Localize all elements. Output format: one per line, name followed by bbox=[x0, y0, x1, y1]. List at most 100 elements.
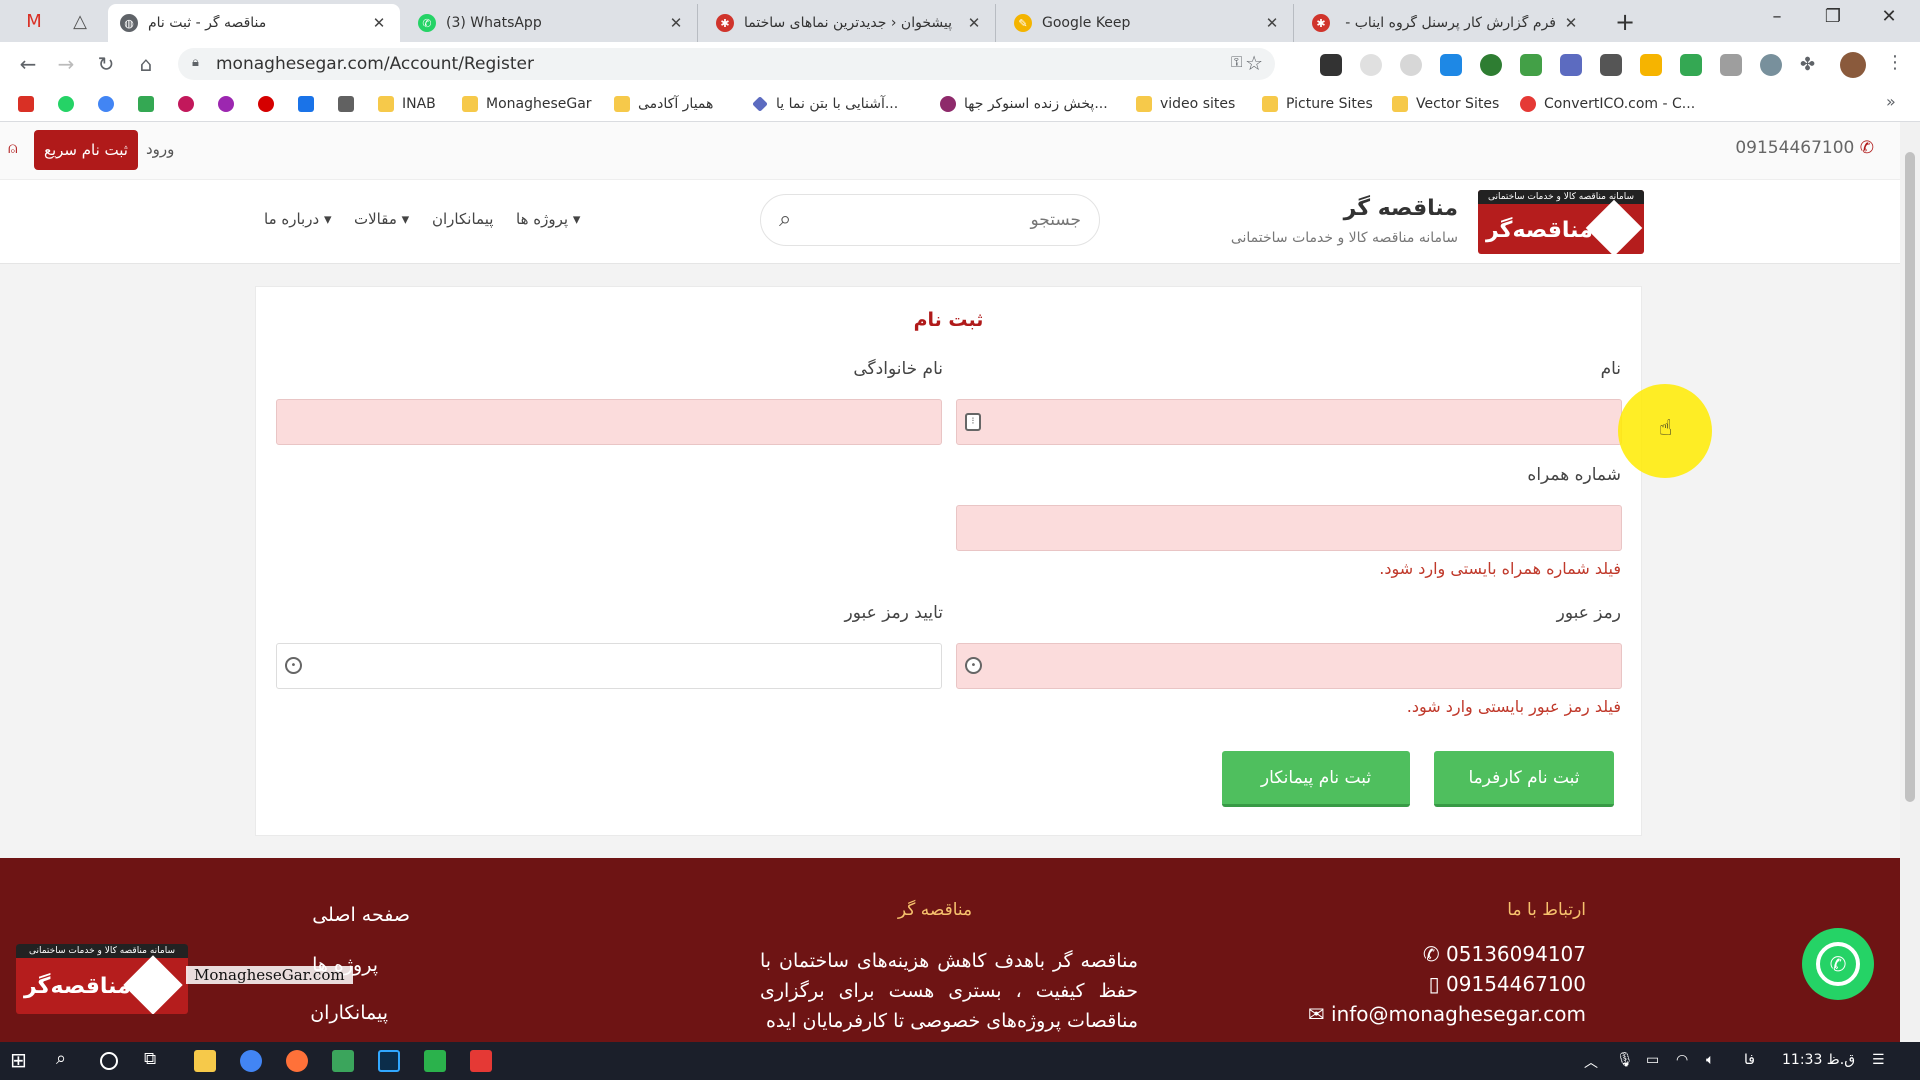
extension-icon[interactable] bbox=[1360, 54, 1382, 76]
confirm-password-input[interactable] bbox=[277, 644, 941, 688]
footer-link-home[interactable]: صفحه اصلی bbox=[312, 904, 410, 926]
password-key-icon[interactable]: • bbox=[285, 657, 302, 674]
contractor-register-button[interactable]: ثبت نام پیمانکار bbox=[1222, 751, 1410, 807]
bookmark-folder-monaghesegar[interactable]: MonagheseGar bbox=[462, 94, 592, 114]
tab-register[interactable]: ◍ مناقصه گر - ثبت نام ✕ bbox=[108, 4, 400, 42]
footer-link-contractors[interactable]: پیمانکاران bbox=[310, 1002, 388, 1024]
bookmark-folder-picture[interactable]: Picture Sites bbox=[1262, 94, 1373, 114]
extension-icon[interactable] bbox=[1400, 54, 1422, 76]
firefox-icon[interactable] bbox=[286, 1050, 308, 1072]
first-name-field[interactable]: ⁝ bbox=[956, 399, 1622, 445]
puzzle-icon[interactable]: ✤ bbox=[1800, 54, 1822, 76]
close-tab-icon[interactable]: ✕ bbox=[667, 14, 685, 32]
tab-report-form[interactable]: ✱ فرم گزارش کار پرسنل گروه ایناب - ... ✕ bbox=[1300, 4, 1592, 42]
tab-whatsapp[interactable]: ✆ (3) WhatsApp ✕ bbox=[406, 4, 698, 42]
extension-icon[interactable] bbox=[1440, 54, 1462, 76]
bookmark-tool[interactable] bbox=[178, 94, 202, 114]
scrollbar-thumb[interactable] bbox=[1905, 152, 1915, 802]
password-field[interactable]: • bbox=[956, 643, 1622, 689]
close-tab-icon[interactable]: ✕ bbox=[370, 14, 388, 32]
footer-logo[interactable]: سامانه مناقصه کالا و خدمات ساختمانی مناق… bbox=[16, 944, 188, 1014]
wifi-icon[interactable]: ◠ bbox=[1676, 1052, 1688, 1068]
cortana-icon[interactable] bbox=[100, 1052, 118, 1070]
microphone-icon[interactable]: 🎙︎ bbox=[1616, 1052, 1634, 1068]
bookmark-tool[interactable] bbox=[218, 94, 242, 114]
minimize-button[interactable]: – bbox=[1754, 6, 1800, 27]
bookmark-gmail[interactable] bbox=[18, 94, 42, 114]
reload-button[interactable]: ↻ bbox=[92, 51, 120, 79]
bookmark-folder-vector[interactable]: Vector Sites bbox=[1392, 94, 1499, 114]
restore-button[interactable]: ❐ bbox=[1810, 6, 1856, 27]
employer-register-button[interactable]: ثبت نام کارفرما bbox=[1434, 751, 1614, 807]
search-icon[interactable]: ⌕ bbox=[56, 1048, 78, 1070]
gmail-icon[interactable]: M bbox=[14, 6, 54, 36]
back-button[interactable]: ← bbox=[14, 51, 42, 79]
drive-icon[interactable] bbox=[1680, 54, 1702, 76]
file-explorer-icon[interactable] bbox=[194, 1050, 216, 1072]
search-input[interactable] bbox=[811, 205, 1081, 235]
camtasia-icon[interactable] bbox=[424, 1050, 446, 1072]
password-key-icon[interactable]: • bbox=[965, 657, 982, 674]
extension-icon[interactable] bbox=[1760, 54, 1782, 76]
clock[interactable]: 11:33 ق.ظ bbox=[1782, 1052, 1855, 1068]
photoshop-icon[interactable] bbox=[378, 1050, 400, 1072]
login-link[interactable]: ورود bbox=[146, 140, 174, 158]
translate-icon[interactable] bbox=[1560, 54, 1582, 76]
tab-dashboard[interactable]: ✱ پیشخوان ‹ جدیدترین نماهای ساختما ✕ bbox=[704, 4, 996, 42]
bookmark-folder-inab[interactable]: INAB bbox=[378, 94, 436, 114]
extension-icon[interactable] bbox=[1320, 54, 1342, 76]
close-tab-icon[interactable]: ✕ bbox=[1562, 14, 1580, 32]
forward-button[interactable]: → bbox=[52, 51, 80, 79]
mobile-input[interactable] bbox=[957, 506, 1621, 550]
nav-projects[interactable]: پروژه ها ▾ bbox=[516, 210, 580, 228]
quick-register-button[interactable]: ثبت نام سریع bbox=[34, 130, 138, 170]
notification-icon[interactable]: ☰ bbox=[1872, 1052, 1885, 1068]
bookmark-maps[interactable] bbox=[298, 94, 322, 114]
battery-icon[interactable]: ▭ bbox=[1646, 1052, 1659, 1068]
recorder-icon[interactable] bbox=[470, 1050, 492, 1072]
bookmark-convertico[interactable]: ConvertICO.com - C... bbox=[1520, 94, 1695, 114]
password-input[interactable] bbox=[957, 644, 1621, 688]
page-scrollbar[interactable] bbox=[1900, 122, 1920, 1042]
bookmark-snooker[interactable]: پخش زنده اسنوکر جها... bbox=[940, 94, 1108, 114]
bookmark-drive[interactable] bbox=[338, 94, 362, 114]
first-name-input[interactable] bbox=[957, 400, 1621, 444]
app-icon[interactable] bbox=[332, 1050, 354, 1072]
tray-arrow-icon[interactable]: ︿ bbox=[1584, 1052, 1598, 1072]
url-text[interactable]: monaghesegar.com/Account/Register bbox=[216, 54, 534, 74]
windows-start-icon[interactable]: ⊞ bbox=[10, 1048, 32, 1072]
last-name-input[interactable] bbox=[277, 400, 941, 444]
extension-icon[interactable] bbox=[1480, 54, 1502, 76]
task-view-icon[interactable]: ⧉ bbox=[144, 1049, 166, 1071]
user-icon[interactable]: ⍝ bbox=[8, 138, 18, 158]
autofill-icon[interactable]: ⁝ bbox=[965, 413, 981, 431]
address-bar[interactable]: 🔒︎ monaghesegar.com/Account/Register ⚿ ☆ bbox=[178, 48, 1275, 80]
search-icon[interactable]: ⌕ bbox=[779, 207, 791, 232]
bookmark-opera[interactable] bbox=[258, 94, 282, 114]
last-name-field[interactable] bbox=[276, 399, 942, 445]
bookmark-folder-hamyar[interactable]: همیار آکادمی bbox=[614, 94, 713, 114]
bookmark-google[interactable] bbox=[98, 94, 122, 114]
whatsapp-chat-button[interactable]: ✆ bbox=[1802, 928, 1874, 1000]
bookmark-star-icon[interactable]: ☆ bbox=[1245, 51, 1263, 75]
volume-icon[interactable]: 🔈︎ bbox=[1706, 1052, 1714, 1068]
mobile-field[interactable] bbox=[956, 505, 1622, 551]
menu-icon[interactable]: ⋮ bbox=[1886, 52, 1904, 73]
more-bookmarks-icon[interactable]: » bbox=[1886, 92, 1896, 111]
bookmark-whatsapp[interactable] bbox=[58, 94, 82, 114]
lock-icon[interactable]: 🔒︎ bbox=[192, 55, 199, 70]
avatar[interactable] bbox=[1840, 52, 1866, 78]
close-tab-icon[interactable]: ✕ bbox=[1263, 14, 1281, 32]
language-indicator[interactable]: فا bbox=[1744, 1052, 1755, 1068]
new-tab-button[interactable]: + bbox=[1615, 8, 1635, 36]
extension-icon[interactable] bbox=[1600, 54, 1622, 76]
bookmark-folder-video[interactable]: video sites bbox=[1136, 94, 1235, 114]
chrome-icon[interactable] bbox=[240, 1050, 262, 1072]
bookmark-analytics[interactable] bbox=[138, 94, 162, 114]
key-icon[interactable]: ⚿ bbox=[1231, 53, 1242, 71]
extension-icon[interactable] bbox=[1720, 54, 1742, 76]
confirm-password-field[interactable]: • bbox=[276, 643, 942, 689]
close-tab-icon[interactable]: ✕ bbox=[965, 14, 983, 32]
site-logo[interactable]: سامانه مناقصه کالا و خدمات ساختمانی مناق… bbox=[1478, 190, 1644, 254]
nav-about[interactable]: درباره ما ▾ bbox=[264, 210, 331, 228]
